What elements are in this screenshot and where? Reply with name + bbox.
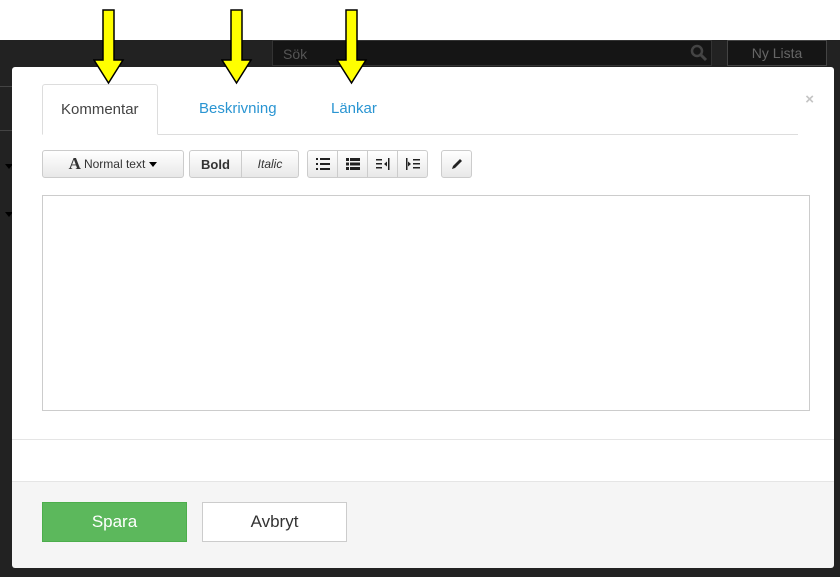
background-divider xyxy=(0,86,12,87)
format-dropdown[interactable]: A Normal text xyxy=(42,150,184,178)
close-icon[interactable]: × xyxy=(805,91,814,108)
indent-icon xyxy=(405,158,420,170)
tab-bar: Kommentar Beskrivning Länkar xyxy=(42,84,798,135)
save-button[interactable]: Spara xyxy=(42,502,187,542)
modal-divider xyxy=(12,439,834,440)
tab-beskrivning[interactable]: Beskrivning xyxy=(199,84,277,134)
outdent-button[interactable] xyxy=(367,150,398,178)
indent-button[interactable] xyxy=(397,150,428,178)
arrow-down-icon xyxy=(336,9,368,85)
caret-down-icon xyxy=(149,161,158,167)
edit-group xyxy=(441,150,472,178)
ordered-list-button[interactable] xyxy=(337,150,368,178)
font-format-icon: A xyxy=(68,154,81,173)
tab-lankar[interactable]: Länkar xyxy=(331,84,377,134)
arrow-down-icon xyxy=(221,9,253,85)
unordered-list-icon xyxy=(315,158,330,170)
tab-kommentar[interactable]: Kommentar xyxy=(42,84,158,135)
edit-html-button[interactable] xyxy=(441,150,472,178)
ordered-list-icon xyxy=(345,158,360,170)
format-group: A Normal text xyxy=(42,150,184,178)
list-group xyxy=(307,150,428,178)
bold-label: Bold xyxy=(201,156,230,172)
new-list-button[interactable]: Ny Lista xyxy=(727,40,827,66)
unordered-list-button[interactable] xyxy=(307,150,338,178)
comment-editor[interactable] xyxy=(42,195,810,411)
outdent-icon xyxy=(375,158,389,170)
italic-label: Italic xyxy=(257,157,283,171)
emphasis-group: Bold Italic xyxy=(189,150,299,178)
comment-modal: × Kommentar Beskrivning Länkar A Normal … xyxy=(12,67,834,568)
format-label: Normal text xyxy=(83,157,146,171)
bold-button[interactable]: Bold xyxy=(189,150,242,178)
search-icon[interactable] xyxy=(690,44,708,62)
italic-button[interactable]: Italic xyxy=(241,150,299,178)
pencil-icon xyxy=(451,159,462,169)
cancel-button[interactable]: Avbryt xyxy=(202,502,347,542)
background-divider xyxy=(0,130,12,131)
arrow-down-icon xyxy=(93,9,125,85)
